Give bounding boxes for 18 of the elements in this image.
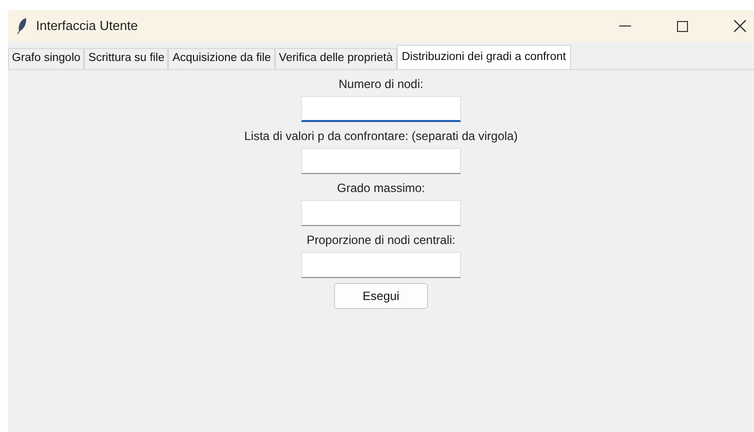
input-field[interactable] [301,252,461,278]
maximize-icon[interactable] [677,20,688,32]
field-label: Lista di valori p da confrontare: (separati da virgola) [244,128,518,144]
field-label: Numero di nodi: [338,76,424,92]
tab[interactable]: Distribuzioni dei gradi a confront [396,45,571,69]
feather-icon [16,17,28,35]
tab[interactable]: Acquisizione da file [168,48,275,69]
tab[interactable]: Grafo singolo [8,48,84,69]
input-field[interactable] [301,96,461,122]
close-icon[interactable] [734,20,746,32]
field-label: Grado massimo: [336,180,426,196]
window-title: Interfaccia Utente [36,17,138,36]
field-label: Proporzione di nodi centrali: [306,232,456,248]
tab[interactable]: Scrittura su file [84,48,168,69]
input-field[interactable] [301,148,461,174]
run-button[interactable]: Esegui [334,283,428,309]
input-field[interactable] [301,200,461,226]
tab[interactable]: Verifica delle proprietà [274,48,397,69]
